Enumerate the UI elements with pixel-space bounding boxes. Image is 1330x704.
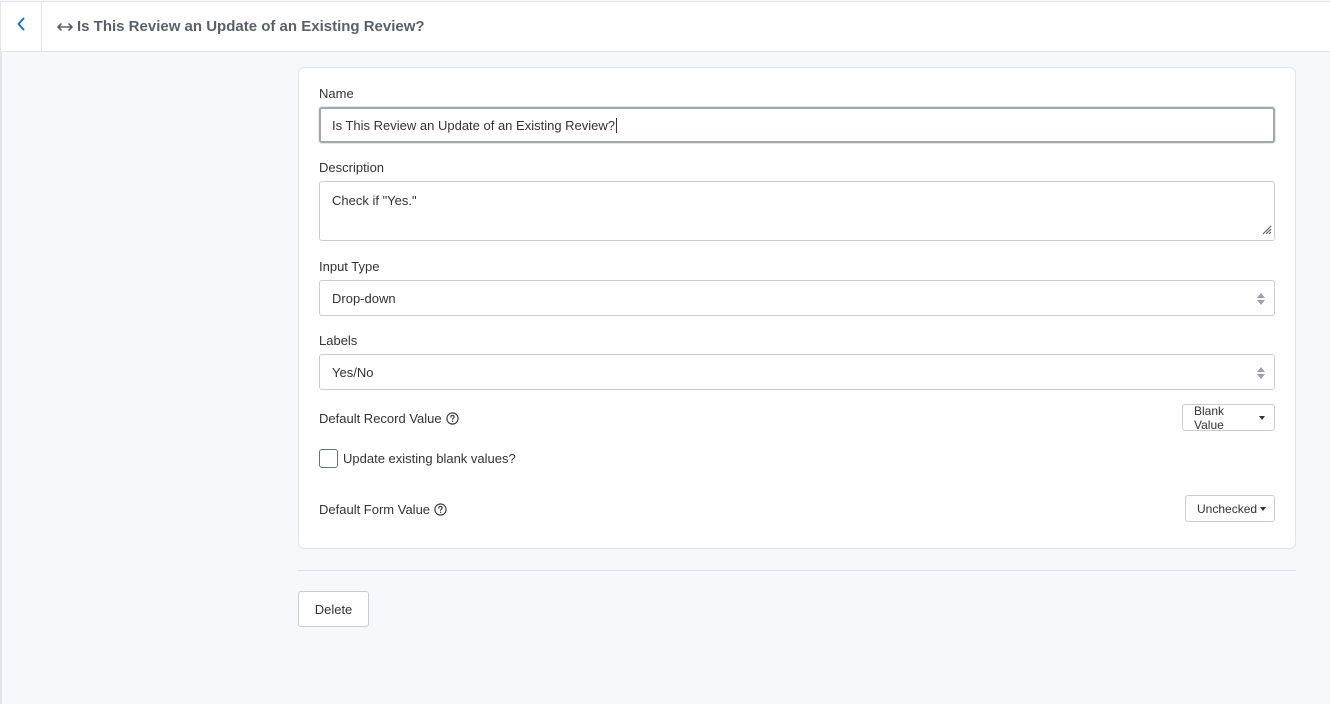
- description-value: Check if "Yes.": [332, 193, 417, 208]
- sort-arrows-icon: [1256, 292, 1266, 309]
- labels-label: Labels: [319, 333, 358, 348]
- name-input[interactable]: Is This Review an Update of an Existing …: [319, 107, 1275, 143]
- field-settings-card: Name Is This Review an Update of an Exis…: [298, 67, 1296, 549]
- default-form-dropdown[interactable]: Unchecked: [1185, 495, 1275, 522]
- help-circle-icon[interactable]: [434, 503, 447, 516]
- labels-value: Yes/No: [332, 364, 374, 380]
- chevron-left-icon: [16, 17, 26, 36]
- delete-button[interactable]: Delete: [298, 591, 369, 627]
- description-textarea[interactable]: Check if "Yes.": [319, 181, 1275, 241]
- resize-handle-icon[interactable]: [1260, 223, 1272, 238]
- page-title: Is This Review an Update of an Existing …: [77, 18, 425, 35]
- default-record-value: Blank Value: [1194, 403, 1225, 432]
- update-blank-checkbox[interactable]: [319, 449, 338, 468]
- back-button[interactable]: [1, 2, 42, 51]
- help-circle-icon[interactable]: [445, 412, 459, 425]
- default-record-label-row: Default Record Value: [319, 411, 459, 426]
- input-type-value: Drop-down: [332, 290, 396, 306]
- divider: [298, 570, 1296, 571]
- default-record-dropdown[interactable]: Blank Value: [1182, 403, 1275, 432]
- sort-arrows-icon: [1256, 366, 1266, 383]
- left-right-arrow-icon: [57, 22, 73, 32]
- default-form-label-row: Default Form Value: [319, 502, 447, 517]
- page-title-wrap: Is This Review an Update of an Existing …: [57, 2, 425, 51]
- name-label: Name: [319, 86, 354, 101]
- update-blank-label[interactable]: Update existing blank values?: [343, 451, 516, 466]
- input-type-label: Input Type: [319, 259, 380, 274]
- top-bar: Is This Review an Update of an Existing …: [0, 1, 1330, 52]
- caret-down-icon: [1259, 415, 1265, 420]
- text-caret: [616, 117, 618, 133]
- left-edge: [0, 52, 2, 704]
- default-form-label: Default Form Value: [319, 502, 431, 517]
- caret-down-icon: [1260, 506, 1267, 511]
- input-type-select[interactable]: Drop-down: [319, 280, 1275, 316]
- default-record-label: Default Record Value: [319, 411, 442, 426]
- description-label: Description: [319, 160, 385, 175]
- default-form-value: Unchecked: [1197, 501, 1258, 516]
- labels-select[interactable]: Yes/No: [319, 354, 1275, 390]
- name-input-value: Is This Review an Update of an Existing …: [332, 117, 616, 133]
